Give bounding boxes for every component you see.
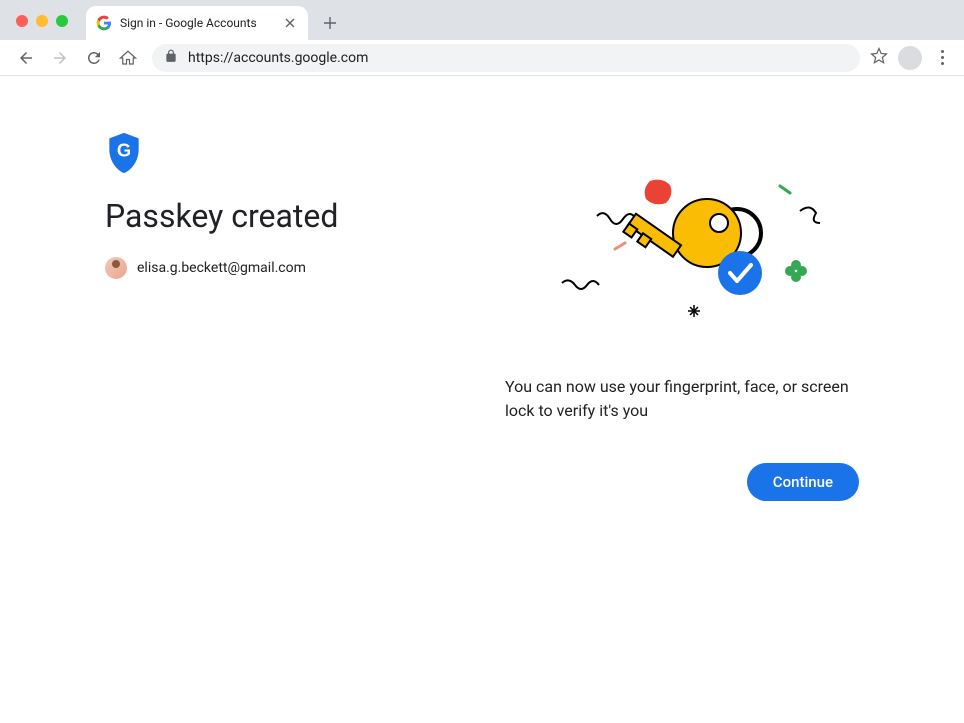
lock-icon — [164, 49, 178, 67]
profile-avatar[interactable] — [898, 46, 922, 70]
home-button[interactable] — [114, 44, 142, 72]
chrome-menu-button[interactable] — [932, 50, 952, 65]
back-button[interactable] — [12, 44, 40, 72]
page-title: Passkey created — [105, 197, 465, 235]
address-bar[interactable]: https://accounts.google.com — [152, 44, 860, 72]
account-email: elisa.g.beckett@gmail.com — [137, 260, 306, 276]
browser-tab[interactable]: Sign in - Google Accounts — [86, 6, 308, 40]
window-minimize-button[interactable] — [36, 15, 48, 27]
passkey-illustration — [522, 171, 842, 341]
url-text: https://accounts.google.com — [188, 50, 848, 66]
account-chip[interactable]: elisa.g.beckett@gmail.com — [105, 257, 465, 279]
google-shield-icon: G — [105, 131, 143, 175]
window-controls — [16, 15, 68, 27]
forward-button[interactable] — [46, 44, 74, 72]
toolbar-right — [870, 46, 952, 70]
bookmark-star-icon[interactable] — [870, 47, 888, 69]
window-maximize-button[interactable] — [56, 15, 68, 27]
reload-button[interactable] — [80, 44, 108, 72]
window-close-button[interactable] — [16, 15, 28, 27]
new-tab-button[interactable] — [316, 9, 344, 37]
page-content: G Passkey created elisa.g.beckett@gmail.… — [0, 76, 964, 541]
close-tab-icon[interactable] — [282, 15, 298, 31]
svg-text:G: G — [117, 140, 131, 161]
tab-title: Sign in - Google Accounts — [120, 16, 274, 30]
description-text: You can now use your fingerprint, face, … — [505, 375, 859, 423]
user-avatar — [105, 257, 127, 279]
right-column: You can now use your fingerprint, face, … — [505, 131, 859, 501]
left-column: G Passkey created elisa.g.beckett@gmail.… — [105, 131, 465, 501]
browser-toolbar: https://accounts.google.com — [0, 40, 964, 76]
action-row: Continue — [505, 463, 859, 501]
browser-tab-strip: Sign in - Google Accounts — [0, 0, 964, 40]
google-favicon-icon — [96, 15, 112, 31]
continue-button[interactable]: Continue — [747, 463, 859, 501]
